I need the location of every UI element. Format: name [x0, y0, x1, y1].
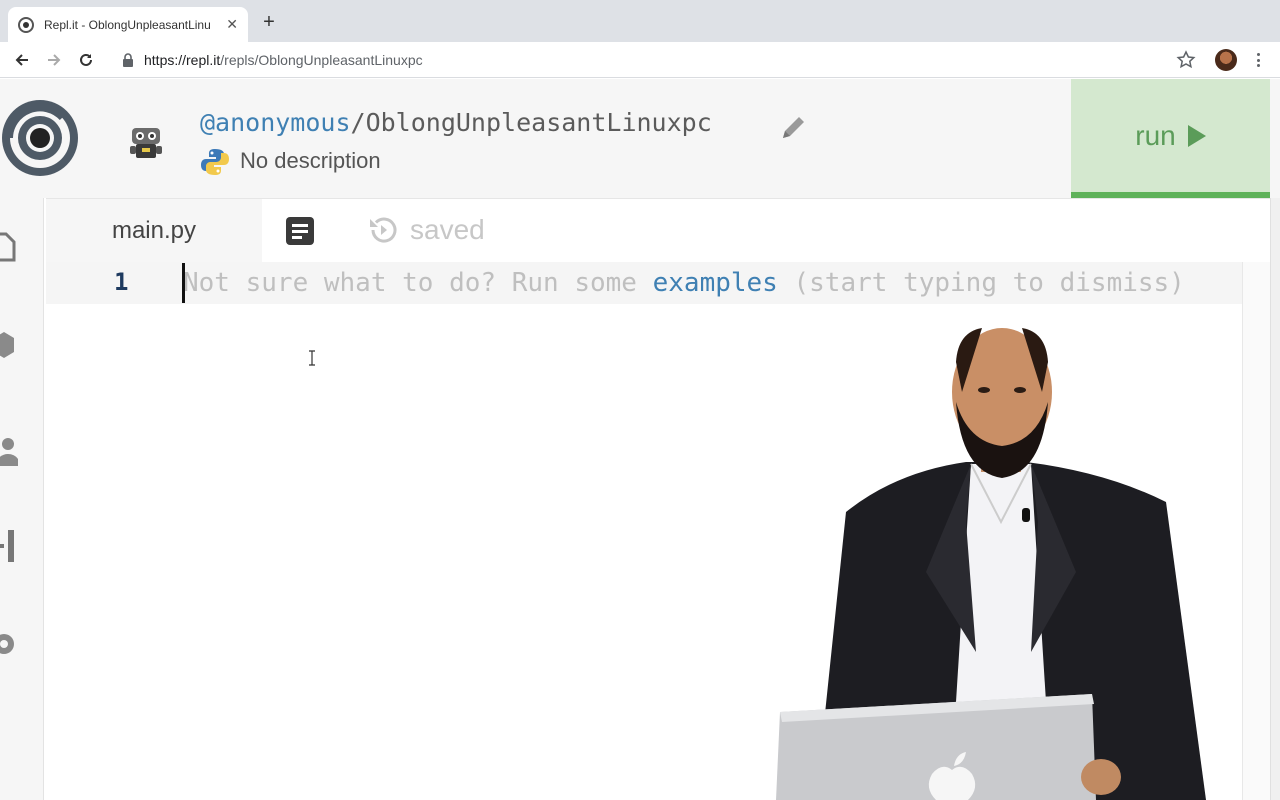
right-pane-edge — [1270, 198, 1280, 800]
ibeam-cursor-icon — [309, 350, 315, 366]
back-button[interactable] — [10, 48, 34, 72]
url-host: https://repl.it — [144, 52, 221, 68]
text-cursor — [182, 263, 185, 303]
lock-icon — [123, 53, 133, 67]
run-label: run — [1135, 119, 1176, 151]
repl-title: @anonymous/OblongUnpleasantLinuxpc — [200, 108, 712, 137]
new-tab-button[interactable]: + — [258, 12, 280, 32]
pencil-icon[interactable] — [779, 112, 809, 142]
profile-avatar[interactable] — [1215, 49, 1237, 71]
editor-placeholder: Not sure what to do? Run some examples (… — [183, 268, 1185, 298]
document-icon[interactable] — [285, 216, 315, 246]
packages-icon[interactable] — [0, 328, 18, 364]
close-tab-icon[interactable]: ✕ — [226, 16, 238, 33]
files-icon[interactable] — [0, 228, 18, 264]
python-icon — [201, 149, 229, 175]
line-number: 1 — [114, 268, 129, 296]
repl-owner-link[interactable]: @anonymous — [200, 108, 351, 137]
file-tab-label: main.py — [111, 217, 197, 244]
history-icon — [370, 217, 397, 243]
play-icon — [1187, 124, 1206, 147]
forward-button[interactable] — [42, 48, 66, 72]
bot-avatar-icon[interactable] — [126, 124, 166, 164]
reload-icon — [80, 53, 92, 66]
save-status-label: saved — [410, 214, 485, 245]
settings-icon[interactable] — [0, 626, 18, 662]
sidebar-rail — [0, 198, 44, 800]
presenter-video-overlay — [776, 328, 1206, 800]
examples-link[interactable]: examples — [653, 268, 778, 298]
forward-arrow-icon — [48, 54, 61, 66]
debugger-icon[interactable] — [0, 528, 18, 564]
placeholder-text-before: Not sure what to do? Run some — [183, 268, 653, 298]
browser-menu-icon[interactable] — [1250, 51, 1266, 69]
replit-logo-icon[interactable] — [0, 96, 82, 180]
tab-title: Repl.it - OblongUnpleasantLinu — [44, 17, 211, 32]
editor-scrollbar[interactable] — [1242, 262, 1270, 800]
editor-tabbar: main.py saved — [46, 198, 1270, 263]
save-status: saved — [366, 213, 485, 247]
multiplayer-icon[interactable] — [0, 432, 18, 468]
browser-tab[interactable]: Repl.it - OblongUnpleasantLinu ✕ — [8, 7, 248, 42]
placeholder-text-after: (start typing to dismiss) — [777, 268, 1185, 298]
browser-toolbar: https://repl.it/repls/OblongUnpleasantLi… — [0, 42, 1280, 78]
tab-main-py[interactable]: main.py — [46, 199, 262, 263]
browser-tabstrip: Repl.it - OblongUnpleasantLinu ✕ + — [0, 0, 1280, 42]
run-button[interactable]: run — [1071, 79, 1270, 198]
replit-favicon-icon — [18, 16, 34, 33]
bookmark-star-icon[interactable] — [1176, 50, 1196, 70]
back-arrow-icon — [15, 54, 28, 66]
url-text: https://repl.it/repls/OblongUnpleasantLi… — [144, 52, 423, 68]
repl-title-separator: / — [350, 108, 366, 137]
repl-name[interactable]: OblongUnpleasantLinuxpc — [366, 108, 712, 137]
address-bar[interactable]: https://repl.it/repls/OblongUnpleasantLi… — [108, 46, 1208, 74]
reload-button[interactable] — [74, 48, 98, 72]
url-path: /repls/OblongUnpleasantLinuxpc — [220, 52, 423, 68]
repl-description[interactable]: No description — [240, 148, 381, 174]
